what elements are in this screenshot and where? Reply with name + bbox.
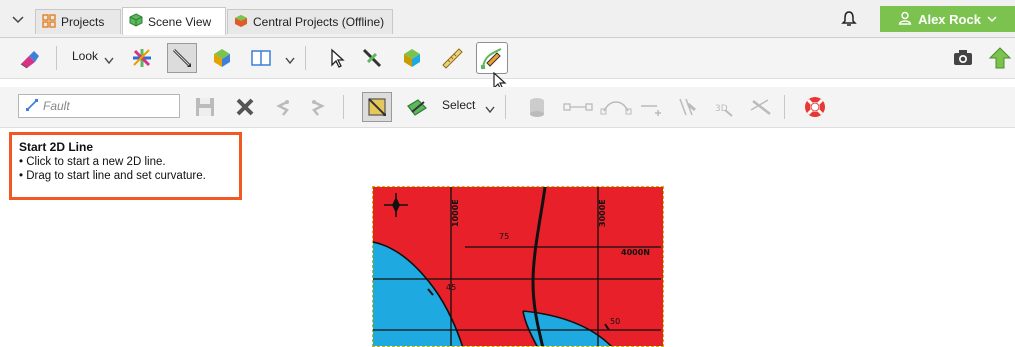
bell-icon[interactable] — [840, 10, 858, 28]
fault-line-icon — [25, 98, 39, 115]
look-dropdown-label[interactable]: Look — [72, 49, 98, 63]
tab-projects[interactable]: Projects — [35, 9, 121, 34]
split-icon[interactable] — [672, 92, 702, 122]
link-point-icon[interactable] — [560, 92, 596, 122]
eraser-icon[interactable] — [14, 43, 44, 73]
delete-icon[interactable] — [230, 92, 260, 122]
trim-icon[interactable] — [746, 92, 776, 122]
map-label-75: 75 — [499, 232, 509, 241]
tab-label: Projects — [61, 15, 105, 29]
tab-central-projects[interactable]: Central Projects (Offline) — [227, 9, 393, 34]
user-menu-button[interactable]: Alex Rock — [880, 6, 1015, 32]
tab-label: Scene View — [148, 14, 212, 29]
fault-input[interactable]: Fault — [18, 94, 180, 118]
cylinder-icon[interactable] — [522, 92, 552, 122]
svg-text:3D: 3D — [715, 104, 728, 114]
scene-toolbar: Look — [0, 38, 1015, 91]
select-dropdown-label[interactable]: Select — [442, 98, 475, 112]
fault-placeholder: Fault — [43, 99, 70, 113]
3d-icon[interactable]: 3D — [708, 92, 738, 122]
chevron-down-icon[interactable] — [10, 11, 26, 27]
chevron-down-icon[interactable] — [285, 54, 295, 68]
pointer-icon[interactable] — [322, 43, 352, 73]
projects-grid-icon — [42, 13, 56, 31]
camera-icon[interactable] — [948, 43, 978, 73]
puzzle-icon[interactable] — [207, 43, 237, 73]
geological-map-image[interactable]: 1000E 3000E 4000N 75 45 50 — [372, 186, 664, 347]
tooltip-line: • Drag to start line and set curvature. — [19, 170, 206, 182]
green-line-pen-icon[interactable] — [357, 43, 387, 73]
ruler-icon[interactable] — [437, 43, 467, 73]
user-icon — [898, 11, 912, 28]
chevron-down-icon[interactable] — [485, 103, 495, 117]
axes-icon[interactable] — [127, 43, 157, 73]
lifebuoy-icon[interactable] — [800, 92, 830, 122]
start-2d-line-icon[interactable] — [476, 42, 508, 74]
tab-scene-view[interactable]: Scene View — [122, 7, 226, 35]
edit-polygon-icon[interactable] — [402, 92, 432, 122]
user-name: Alex Rock — [918, 11, 981, 27]
tooltip-title: Start 2D Line — [19, 140, 94, 154]
map-label-3000e: 3000E — [598, 199, 607, 227]
redo-icon[interactable] — [304, 92, 334, 122]
pen-icon[interactable] — [167, 43, 197, 73]
map-label-45: 45 — [446, 283, 456, 292]
tab-bar: Projects Scene View Central Projects (Of… — [0, 0, 1015, 38]
map-label-1000e: 1000E — [451, 199, 460, 227]
start-2d-line-tooltip: Start 2D Line • Click to start a new 2D … — [9, 132, 242, 200]
chevron-down-icon — [987, 12, 997, 27]
upload-icon[interactable] — [985, 43, 1015, 73]
undo-icon[interactable] — [267, 92, 297, 122]
add-point-icon[interactable] — [636, 92, 666, 122]
central-projects-icon — [234, 14, 248, 31]
polygon-icon[interactable] — [397, 43, 427, 73]
map-label-4000n: 4000N — [621, 248, 650, 257]
chevron-down-icon[interactable] — [104, 54, 114, 68]
draw-polygon-icon[interactable] — [362, 92, 392, 122]
panel-layout-icon[interactable] — [247, 43, 277, 73]
curve-icon[interactable] — [598, 92, 634, 122]
edit-toolbar: Fault Select 3D — [0, 87, 1015, 128]
cube-icon — [129, 13, 143, 30]
tooltip-line: • Click to start a new 2D line. — [19, 156, 166, 168]
map-label-50: 50 — [610, 317, 620, 326]
tab-label: Central Projects (Offline) — [253, 15, 385, 29]
save-icon[interactable] — [190, 92, 220, 122]
